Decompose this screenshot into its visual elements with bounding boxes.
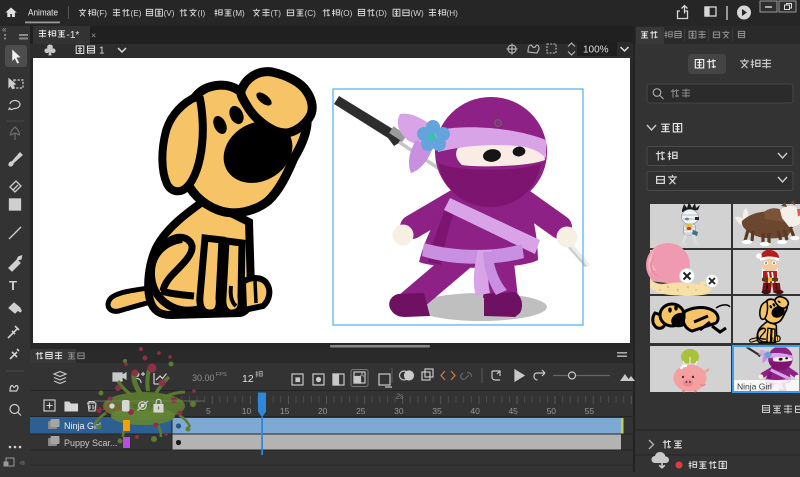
svg-text:T: T bbox=[9, 278, 17, 293]
svg-text:2s: 2s bbox=[395, 394, 404, 401]
svg-text:Puppy Scar...: Puppy Scar... bbox=[64, 438, 118, 448]
svg-text:50: 50 bbox=[547, 406, 557, 416]
svg-text:A: A bbox=[360, 373, 364, 379]
svg-text:(M): (M) bbox=[233, 9, 246, 18]
svg-text:(E): (E) bbox=[131, 9, 142, 18]
svg-text:45: 45 bbox=[508, 406, 518, 416]
svg-text:35: 35 bbox=[432, 406, 442, 416]
svg-text:(W): (W) bbox=[411, 9, 424, 18]
svg-text:100%: 100% bbox=[583, 45, 609, 56]
svg-text:10: 10 bbox=[242, 406, 252, 416]
svg-text:(T): (T) bbox=[271, 9, 282, 18]
svg-text:Animate: Animate bbox=[28, 8, 58, 19]
svg-text:15: 15 bbox=[280, 406, 290, 416]
svg-text:55: 55 bbox=[585, 406, 595, 416]
svg-text:(D): (D) bbox=[376, 9, 388, 18]
svg-text:(H): (H) bbox=[447, 9, 459, 18]
svg-text:(V): (V) bbox=[164, 9, 175, 18]
svg-text:30: 30 bbox=[394, 406, 404, 416]
svg-text:1: 1 bbox=[99, 46, 105, 57]
svg-text:(F): (F) bbox=[97, 9, 108, 18]
svg-text:30.00: 30.00 bbox=[192, 373, 215, 383]
svg-text:Ninja Girl: Ninja Girl bbox=[737, 382, 772, 392]
svg-text:20: 20 bbox=[318, 406, 328, 416]
svg-text:FPS: FPS bbox=[216, 372, 227, 378]
svg-text:5: 5 bbox=[206, 406, 211, 416]
svg-text:×: × bbox=[91, 31, 96, 41]
svg-text:25: 25 bbox=[356, 406, 366, 416]
svg-text:40: 40 bbox=[470, 406, 480, 416]
svg-text:(C): (C) bbox=[305, 9, 317, 18]
svg-text:«: « bbox=[2, 25, 7, 34]
svg-text:-1*: -1* bbox=[67, 30, 80, 41]
svg-text:12: 12 bbox=[242, 373, 254, 385]
svg-text:(I): (I) bbox=[198, 9, 206, 18]
svg-text:(O): (O) bbox=[341, 9, 353, 18]
